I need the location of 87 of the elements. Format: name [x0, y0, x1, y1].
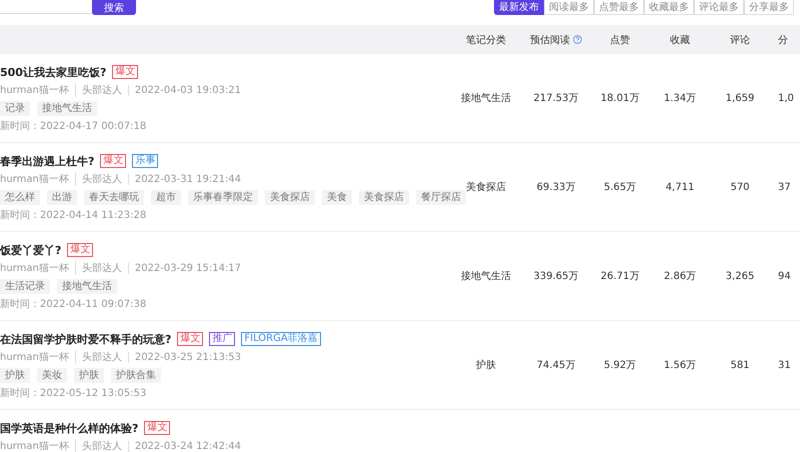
publish-time: 2022-03-24 12:42:44: [128, 440, 242, 452]
note-tag: 护肤: [74, 368, 104, 383]
table-cell-text: 接地气生活: [461, 270, 511, 283]
note-title[interactable]: 在法国留学护肤时爱不释手的玩意?: [0, 332, 172, 346]
note-title[interactable]: 500让我去家里吃饭?: [0, 64, 106, 80]
author-level: 头部达人: [74, 83, 122, 97]
note-tag: 护肤合集: [111, 368, 161, 383]
note-tag: 餐厅探店: [416, 190, 466, 205]
help-icon[interactable]: [573, 35, 582, 44]
table-cell-text: 2.86万: [664, 270, 696, 283]
column-header: 预估阅读: [530, 34, 570, 46]
author-level: 头部达人: [74, 350, 122, 364]
author-name[interactable]: hurman猫一杯: [0, 350, 69, 364]
table-cell: 1,0: [778, 92, 794, 104]
sort-tab[interactable]: 点赞最多: [594, 0, 644, 15]
table-cell-text: 美食探店: [466, 180, 506, 194]
table-cell-text: 护肤: [476, 358, 496, 372]
column-header: 评论: [730, 34, 750, 46]
note-tag: 美妆: [37, 368, 67, 383]
author-name[interactable]: hurman猫一杯: [0, 439, 69, 452]
note-badge: 爆文: [100, 154, 126, 168]
table-cell: 37: [778, 182, 791, 192]
note-tag: 出游: [47, 190, 77, 205]
table-cell-text: 5.92万: [604, 359, 636, 372]
sort-tab[interactable]: 评论最多: [694, 0, 744, 15]
table-cell: 94: [778, 270, 791, 282]
table-cell-text: 339.65万: [534, 270, 578, 283]
search-button[interactable]: 搜索: [92, 0, 136, 15]
sort-tab[interactable]: 阅读最多: [544, 0, 594, 15]
table-cell: 570: [730, 182, 750, 192]
table-cell: 3,265: [726, 270, 754, 282]
table-cell-text: 74.45万: [536, 359, 576, 372]
note-tag: 乐事春季限定: [188, 190, 258, 205]
note-tag: 生活记录: [0, 279, 50, 294]
publish-time: 2022-03-25 21:13:53: [128, 352, 242, 362]
note-badge: 推广: [209, 332, 236, 346]
column-header: 笔记分类: [466, 34, 506, 46]
note-tag: 护肤: [0, 368, 30, 383]
column-header: 收藏: [670, 34, 690, 46]
table-cell-text: 5.65万: [604, 181, 636, 194]
note-badge: 爆文: [144, 421, 170, 435]
table-cell: 31: [778, 360, 791, 370]
author-level: 头部达人: [74, 439, 122, 452]
update-time: 新时间：2022-04-14 11:23:28: [0, 209, 148, 223]
note-title[interactable]: 国学英语是种什么样的体验?: [0, 420, 138, 436]
note-title[interactable]: 春季出游遇上杜牛?: [0, 154, 94, 168]
note-tag: 春天去哪玩: [84, 190, 144, 205]
table-cell-text: 18.01万: [600, 92, 640, 105]
table-cell-text: 26.71万: [600, 270, 640, 283]
publish-time: 2022-03-31 19:21:44: [128, 174, 242, 184]
note-title[interactable]: 饭爱丫爱丫?: [0, 242, 62, 258]
note-tag: 美食探店: [265, 190, 315, 205]
author-name[interactable]: hurman猫一杯: [0, 83, 69, 97]
update-time: 新时间：2022-04-17 00:07:18: [0, 120, 148, 134]
table-cell: 1,659: [726, 92, 754, 104]
column-header: 分: [778, 34, 788, 46]
table-cell-text: 217.53万: [534, 92, 578, 105]
note-badge: 乐事: [132, 154, 158, 168]
column-header: 点赞: [610, 34, 630, 46]
note-badge: FILORGA菲洛嘉: [241, 332, 321, 346]
author-level: 头部达人: [74, 261, 122, 275]
table-cell: 581: [730, 360, 750, 370]
update-time: 新时间：2022-04-11 09:07:38: [0, 298, 148, 312]
note-tag: 超市: [151, 190, 181, 205]
note-badge: 爆文: [112, 65, 138, 79]
note-tag: 美食: [322, 190, 352, 205]
sort-tab[interactable]: 分享最多: [744, 0, 794, 15]
note-tag: 记录: [0, 101, 30, 116]
note-tag: 美食探店: [359, 190, 409, 205]
sort-tab[interactable]: 最新发布: [494, 0, 544, 15]
author-name[interactable]: hurman猫一杯: [0, 172, 69, 186]
publish-time: 2022-04-03 19:03:21: [128, 84, 242, 96]
sort-tab[interactable]: 收藏最多: [644, 0, 694, 15]
note-tag: 怎么样: [0, 190, 40, 205]
author-level: 头部达人: [74, 172, 122, 186]
table-cell: 4,711: [666, 182, 694, 192]
update-time: 新时间：2022-05-12 13:05:53: [0, 387, 148, 401]
publish-time: 2022-03-29 15:14:17: [128, 262, 242, 274]
table-cell-text: 1.34万: [664, 92, 696, 105]
note-tag: 接地气生活: [57, 279, 117, 294]
table-cell-text: 69.33万: [536, 181, 576, 194]
author-name[interactable]: hurman猫一杯: [0, 261, 69, 275]
note-tag: 接地气生活: [37, 101, 97, 116]
note-badge: 爆文: [177, 332, 204, 346]
table-cell-text: 1.56万: [664, 359, 696, 372]
table-cell-text: 接地气生活: [461, 92, 511, 105]
note-badge: 爆文: [67, 243, 94, 257]
